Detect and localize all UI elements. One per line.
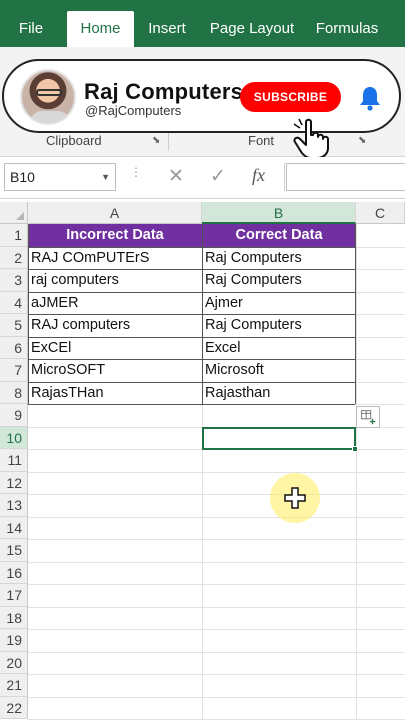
row-header[interactable]: 5 [0,314,28,337]
table-border [28,359,355,360]
table-cell-incorrect[interactable]: RAJ COmPUTErS [28,247,202,270]
table-cell-correct[interactable]: Rajasthan [202,382,356,405]
row-header[interactable]: 15 [0,539,28,562]
row-header[interactable]: 22 [0,696,28,719]
formula-input[interactable] [286,163,405,191]
table-cell-incorrect[interactable]: RAJ computers [28,314,202,337]
tab-formulas[interactable]: Formulas [310,11,384,47]
table-border [28,224,29,404]
subscribe-button[interactable]: SUBSCRIBE [240,82,341,112]
row-header[interactable]: 7 [0,359,28,382]
worksheet-grid[interactable]: A B C 1 2 3 4 5 6 7 8 9 10 11 12 13 14 15 16 17 18 19 20 21 2… [0,202,405,720]
row-header[interactable]: 18 [0,606,28,629]
formula-bar-divider [284,163,285,191]
channel-banner: Raj Computers @RajComputers SUBSCRIBE [2,59,401,133]
table-header-cell[interactable]: Correct Data [202,224,356,247]
table-border [202,224,203,404]
row-header[interactable]: 1 [0,224,28,247]
table-cell-correct[interactable]: Raj Computers [202,314,356,337]
gridline [28,561,405,563]
row-header[interactable]: 13 [0,494,28,517]
ribbon-tab-bar: File Home Insert Page Layout Formulas [0,0,405,47]
row-header[interactable]: 20 [0,651,28,674]
row-header[interactable]: 4 [0,291,28,314]
column-header-a[interactable]: A [28,202,202,224]
row-header[interactable]: 21 [0,674,28,697]
enter-icon[interactable]: ✓ [210,165,226,188]
tab-file[interactable]: File [8,11,54,47]
table-border [355,224,356,404]
avatar-shirt [30,111,70,123]
table-border [28,269,355,270]
quick-analysis-icon[interactable] [356,406,380,428]
glasses-icon [36,89,62,96]
active-cell-outline[interactable] [202,427,356,450]
gridline [28,674,405,675]
group-label-clipboard: Clipboard [46,133,102,148]
gridline [28,516,405,518]
insert-function-button[interactable]: fx [252,165,265,186]
table-cell-incorrect[interactable]: MicroSOFT [28,359,202,382]
gridline [356,224,357,720]
row-header[interactable]: 10 [0,426,28,449]
channel-avatar [20,69,76,125]
tab-home[interactable]: Home [67,11,134,47]
group-label-font: Font [248,133,275,148]
name-box[interactable]: B10 ▼ [4,163,116,191]
gridline [28,696,405,698]
tab-insert[interactable]: Insert [140,11,194,47]
row-header[interactable]: 11 [0,449,28,472]
table-border [28,246,355,248]
formula-bar-grip-icon: ⋮ [130,165,142,179]
table-border [28,291,355,293]
tab-page-layout[interactable]: Page Layout [206,11,298,47]
gridline [28,539,405,540]
gridline [28,606,405,608]
row-header[interactable]: 6 [0,336,28,359]
row-header[interactable]: 12 [0,471,28,494]
channel-name: Raj Computers [84,79,244,104]
table-cell-correct[interactable]: Raj Computers [202,247,356,270]
select-all-button[interactable] [0,202,28,224]
table-border [28,314,355,315]
table-border [28,404,355,405]
table-header-cell[interactable]: Incorrect Data [28,224,202,247]
gridline [28,651,405,653]
table-cell-correct[interactable]: Raj Computers [202,269,356,292]
row-header[interactable]: 8 [0,381,28,404]
row-header[interactable]: 9 [0,404,28,427]
formula-bar: B10 ▼ ⋮ ✕ ✓ fx [0,157,405,199]
table-cell-correct[interactable]: Ajmer [202,292,356,315]
pointer-hand-icon [293,118,329,159]
channel-handle: @RajComputers [85,103,182,118]
cancel-icon[interactable]: ✕ [168,165,184,188]
table-border [28,336,355,338]
gridline [28,584,405,585]
clipboard-launcher-icon[interactable]: ⬊ [152,135,160,146]
row-header[interactable]: 2 [0,246,28,269]
name-box-chevron-down-icon[interactable]: ▼ [101,164,110,190]
row-header[interactable]: 17 [0,584,28,607]
name-box-value: B10 [10,169,35,185]
row-header[interactable]: 14 [0,516,28,539]
row-header[interactable]: 16 [0,561,28,584]
fill-handle[interactable] [352,446,358,452]
table-cell-incorrect[interactable]: RajasTHan [28,382,202,405]
row-header[interactable]: 19 [0,629,28,652]
gridline [28,471,405,473]
table-cell-correct[interactable]: Excel [202,337,356,360]
table-cell-correct[interactable]: Microsoft [202,359,356,382]
gridline [28,629,405,630]
table-cell-incorrect[interactable]: aJMER [28,292,202,315]
table-border [28,381,355,383]
cell-cursor-icon [284,487,306,509]
column-header-b[interactable]: B [202,202,356,224]
row-header[interactable]: 3 [0,269,28,292]
gridline [28,494,405,495]
font-launcher-icon[interactable]: ⬊ [358,135,366,146]
table-cell-incorrect[interactable]: raj computers [28,269,202,292]
table-cell-incorrect[interactable]: ExCEl [28,337,202,360]
column-header-c[interactable]: C [356,202,405,224]
bell-icon[interactable] [358,85,382,111]
